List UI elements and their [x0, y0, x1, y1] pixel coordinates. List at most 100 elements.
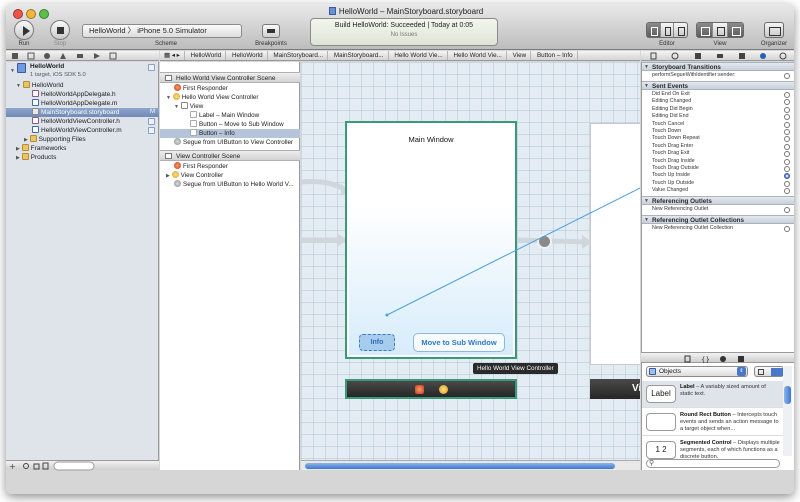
connection-circle-icon[interactable] [784, 143, 790, 150]
outline-segue-1[interactable]: Segue from UIButton to View Controller [160, 138, 300, 147]
connection-circle-icon[interactable] [784, 73, 790, 79]
list-view-icon[interactable] [771, 368, 783, 376]
inspector-tab-icons[interactable] [641, 51, 794, 61]
event-value-changed[interactable]: Value Changed [642, 187, 794, 195]
connection-circle-icon[interactable] [784, 92, 790, 98]
outline-helloworld-vc[interactable]: ▼ Hello World View Controller [160, 93, 300, 102]
connection-circle-icon[interactable] [784, 121, 790, 128]
disclosure-triangle-icon[interactable]: ▶ [16, 146, 20, 152]
connection-circle-icon[interactable] [784, 114, 790, 121]
stop-button[interactable] [50, 20, 70, 40]
jumpbar-crumb-controller[interactable]: Hello World Vie... [449, 51, 507, 60]
run-button[interactable] [14, 20, 34, 40]
event-touch-up-inside[interactable]: Touch Up Inside [642, 172, 794, 180]
connection-circle-active-icon[interactable] [784, 173, 790, 180]
jumpbar-crumb-view[interactable]: View [509, 51, 532, 60]
event-did-end-on-exit[interactable]: Did End On Exit [642, 91, 794, 98]
sent-events-header[interactable]: Sent Events [642, 81, 794, 91]
event-touch-drag-inside[interactable]: Touch Drag Inside [642, 158, 794, 165]
nav-file-appdelegate-m[interactable]: HelloWorldAppDelegate.m [6, 99, 159, 108]
connection-circle-icon[interactable] [784, 180, 790, 187]
event-touch-up-outside[interactable]: Touch Up Outside [642, 180, 794, 187]
connection-circle-icon[interactable] [784, 188, 790, 195]
version-editor-icon[interactable] [674, 23, 687, 37]
connection-circle-icon[interactable] [784, 129, 790, 135]
outline-label[interactable]: Label – Main Window [160, 111, 300, 120]
storyboard-canvas[interactable]: Main Window Info Move to Sub Window Hell… [301, 62, 640, 460]
library-search-field[interactable]: ⚲ [646, 459, 780, 468]
library-item-label[interactable]: Label Label – A variably sized amount of… [642, 381, 784, 408]
sub-view-controller-scene[interactable] [590, 123, 640, 365]
disclosure-triangle-icon[interactable]: ▶ [16, 155, 20, 161]
event-touch-drag-outside[interactable]: Touch Drag Outside [642, 165, 794, 172]
nav-file-viewcontroller-h[interactable]: HelloWorldViewController.h [6, 117, 159, 126]
connection-circle-icon[interactable] [784, 226, 790, 232]
transition-perform-segue[interactable]: performSegueWithIdentifier:sender: [642, 72, 794, 79]
jumpbar-crumb-project[interactable]: HelloWorld [187, 51, 227, 60]
outline-segue-2[interactable]: Segue from UIButton to Hello World V... [160, 180, 300, 189]
nav-group-frameworks[interactable]: ▶ Frameworks [6, 144, 159, 153]
jumpbar-crumb-button[interactable]: Button – Info [533, 51, 578, 60]
referencing-outlet-collections-header[interactable]: Referencing Outlet Collections [642, 215, 794, 225]
grid-view-icon[interactable] [758, 369, 764, 375]
library-category-popup[interactable]: Objects ⇕ [646, 366, 748, 377]
disclosure-triangle-icon[interactable]: ▼ [174, 104, 179, 110]
outline-button-info[interactable]: Button – Info [160, 129, 300, 138]
view-segmented-control[interactable] [696, 22, 744, 38]
disclosure-triangle-icon[interactable]: ▼ [16, 83, 21, 89]
nav-file-viewcontroller-m[interactable]: HelloWorldViewController.m [6, 126, 159, 135]
nav-group-supporting-files[interactable]: ▶ Supporting Files [6, 135, 159, 144]
outline-first-responder[interactable]: First Responder [160, 84, 300, 93]
organizer-button[interactable] [764, 22, 784, 38]
new-referencing-outlet[interactable]: New Referencing Outlet [642, 206, 794, 213]
navigator-toggle-icon[interactable] [697, 23, 713, 37]
event-editing-changed[interactable]: Editing Changed [642, 98, 794, 106]
nav-project-row[interactable]: ▼ HelloWorld 1 target, iOS SDK 5.0 [6, 63, 159, 80]
utilities-toggle-icon[interactable] [728, 23, 744, 37]
nav-group-helloworld[interactable]: ▼ HelloWorld [6, 81, 159, 90]
outline-view-controller[interactable]: ▶ View Controller [160, 171, 300, 180]
referencing-outlets-header[interactable]: Referencing Outlets [642, 196, 794, 206]
related-files-button[interactable]: ▦ ◂ ▸ [160, 51, 185, 60]
navigator-tab-icons[interactable] [6, 51, 159, 61]
outline-view[interactable]: ▼ View [160, 102, 300, 111]
disclosure-triangle-icon[interactable]: ▼ [166, 95, 171, 101]
scheme-popup[interactable]: HelloWorld 〉 iPhone 5.0 Simulator [82, 24, 242, 38]
library-item-round-rect-button[interactable]: Round Rect Button – Intercepts touch eve… [642, 409, 784, 436]
jumpbar-crumb-scene[interactable]: Hello World Vie... [390, 51, 448, 60]
disclosure-triangle-icon[interactable]: ▶ [24, 137, 28, 143]
disclosure-triangle-icon[interactable]: ▼ [10, 68, 15, 74]
standard-editor-icon[interactable] [647, 23, 661, 37]
connection-circle-icon[interactable] [784, 166, 790, 172]
connection-circle-icon[interactable] [784, 158, 790, 165]
event-editing-did-begin[interactable]: Editing Did Begin [642, 106, 794, 113]
connection-circle-icon[interactable] [784, 136, 790, 143]
filter-bar-icons[interactable]: + [6, 461, 159, 471]
close-window-button[interactable] [13, 9, 23, 19]
first-responder-icon[interactable] [415, 385, 424, 394]
event-editing-did-end[interactable]: Editing Did End [642, 113, 794, 121]
nav-file-storyboard[interactable]: MainStoryboard.storyboard M [6, 108, 159, 117]
event-touch-down[interactable]: Touch Down [642, 128, 794, 135]
canvas-horizontal-scrollbar[interactable] [301, 460, 640, 470]
debug-area-toggle-icon[interactable] [713, 23, 729, 37]
scroll-thumb[interactable] [305, 463, 615, 469]
breakpoints-button[interactable] [262, 24, 280, 38]
segue-node-icon[interactable] [537, 234, 552, 249]
assistant-editor-icon[interactable] [661, 23, 675, 37]
organizer-icon[interactable] [765, 23, 783, 37]
library-view-mode-control[interactable] [754, 366, 784, 377]
scene1-header[interactable]: Hello World View Controller Scene [160, 72, 300, 83]
connection-circle-icon[interactable] [784, 106, 790, 113]
view-controller-icon[interactable] [439, 385, 448, 394]
jumpbar-crumb-storyboard[interactable]: MainStoryboard... [330, 51, 389, 60]
outline-first-responder-2[interactable]: First Responder [160, 162, 300, 171]
library-vertical-scrollbar[interactable] [783, 366, 792, 456]
jumpbar-crumb-file[interactable]: MainStoryboard... [269, 51, 329, 60]
event-touch-drag-enter[interactable]: Touch Drag Enter [642, 143, 794, 150]
nav-file-appdelegate-h[interactable]: HelloWorldAppDelegate.h [6, 90, 159, 99]
connection-circle-icon[interactable] [784, 207, 790, 213]
storyboard-transitions-header[interactable]: Storyboard Transitions [642, 62, 794, 72]
event-touch-drag-exit[interactable]: Touch Drag Exit [642, 150, 794, 158]
library-item-segmented-control[interactable]: 1 2 Segmented Control – Displays multipl… [642, 437, 784, 459]
